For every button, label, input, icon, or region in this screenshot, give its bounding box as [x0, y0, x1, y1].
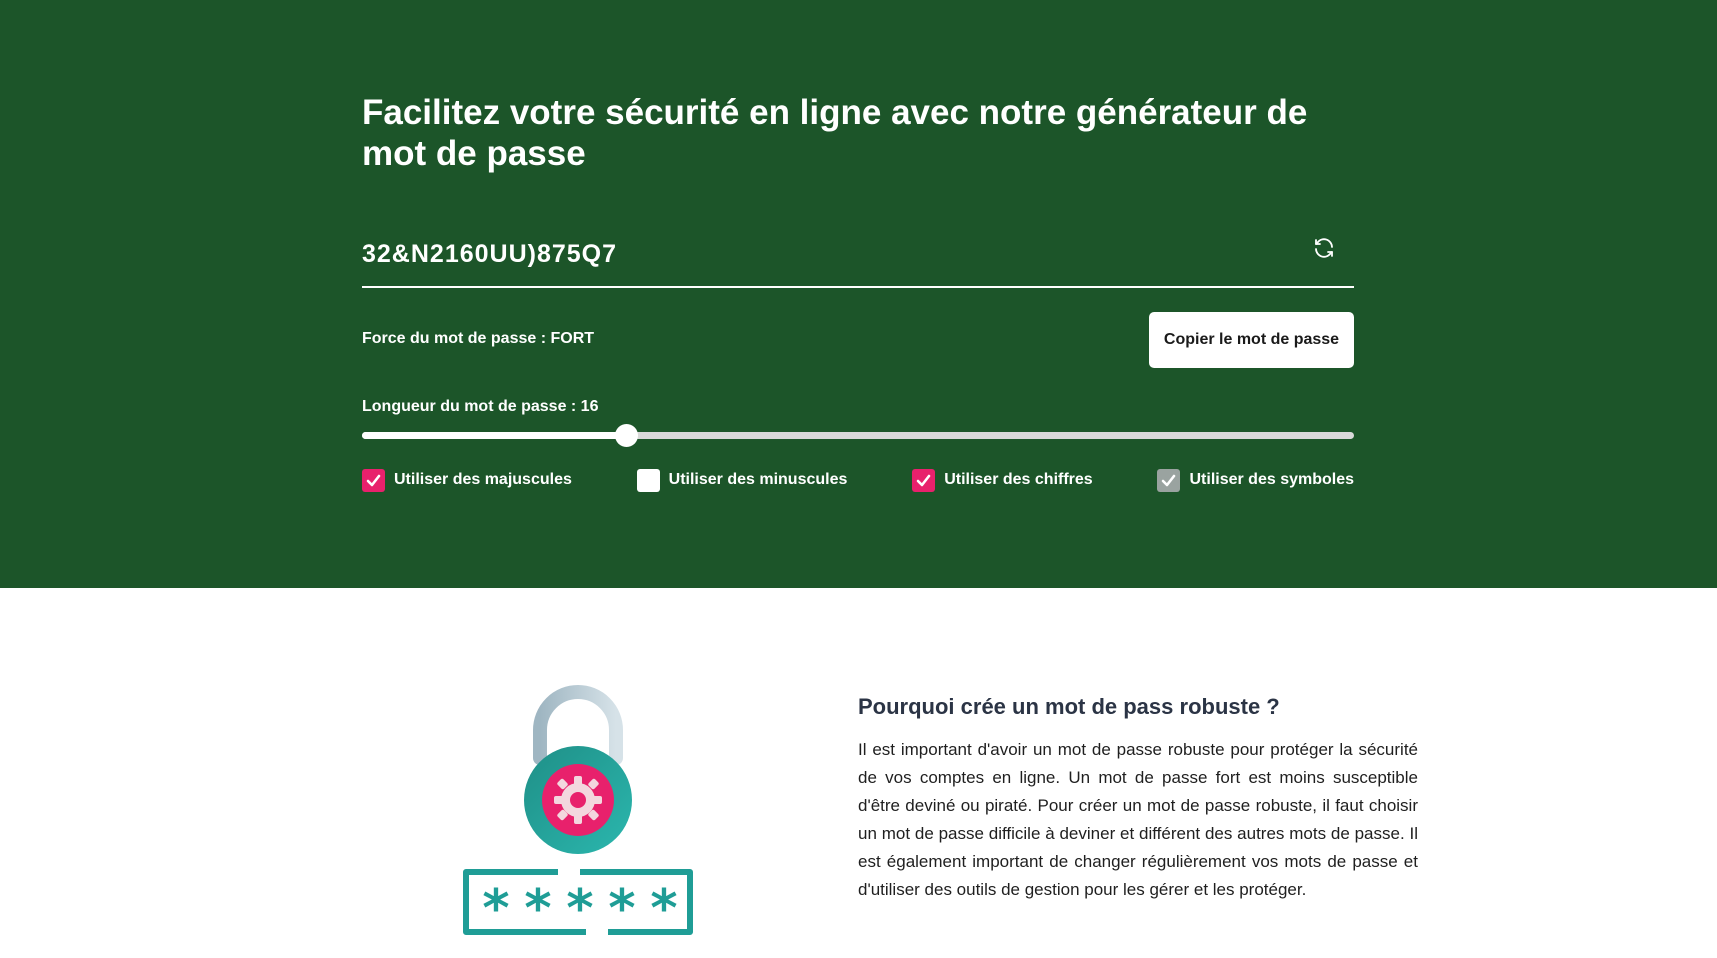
numbers-checkbox[interactable]: [912, 468, 936, 492]
info-section: Pourquoi crée un mot de pass robuste ? I…: [858, 692, 1418, 904]
svg-text:*: *: [566, 879, 593, 939]
option-label: Utiliser des majuscules: [394, 471, 572, 488]
checkmark-icon: [1162, 474, 1176, 486]
slider-thumb[interactable]: [614, 424, 638, 447]
option-label: Utiliser des chiffres: [944, 471, 1093, 488]
symbols-checkbox[interactable]: [1157, 468, 1181, 492]
option-label: Utiliser des symboles: [1189, 471, 1354, 488]
password-strength: Force du mot de passe : FORT: [362, 330, 595, 347]
svg-text:*: *: [524, 879, 551, 939]
option-numbers[interactable]: Utiliser des chiffres: [912, 468, 1093, 492]
checkmark-icon: [366, 474, 381, 486]
padlock-password-illustration: * * * * *: [458, 680, 698, 940]
info-paragraph: Il est important d'avoir un mot de passe…: [858, 740, 1418, 899]
option-lowercase[interactable]: Utiliser des minuscules: [636, 468, 848, 492]
svg-text:*: *: [482, 879, 509, 939]
svg-text:*: *: [650, 879, 677, 939]
option-label: Utiliser des minuscules: [668, 471, 848, 488]
generated-password[interactable]: 32&N2160UU)875Q7: [362, 240, 617, 269]
checkmark-icon: [916, 474, 931, 486]
password-display-row: 32&N2160UU)875Q7: [362, 226, 1354, 288]
refresh-icon[interactable]: [1312, 236, 1336, 260]
svg-text:*: *: [608, 879, 635, 939]
character-options: Utiliser des majuscules Utiliser des min…: [362, 468, 1354, 492]
info-title: Pourquoi crée un mot de pass robuste ?: [858, 694, 1280, 719]
page-title: Facilitez votre sécurité en ligne avec n…: [362, 93, 1308, 173]
copy-password-button[interactable]: Copier le mot de passe: [1149, 312, 1354, 368]
slider-fill: [362, 432, 626, 439]
password-length-label: Longueur du mot de passe : 16: [362, 398, 599, 415]
option-uppercase[interactable]: Utiliser des majuscules: [362, 468, 572, 492]
password-length-slider[interactable]: [362, 424, 1354, 447]
uppercase-checkbox[interactable]: [362, 468, 385, 492]
generator-hero: Facilitez votre sécurité en ligne avec n…: [0, 0, 1717, 588]
option-symbols[interactable]: Utiliser des symboles: [1157, 468, 1354, 492]
lowercase-checkbox[interactable]: [636, 468, 660, 492]
